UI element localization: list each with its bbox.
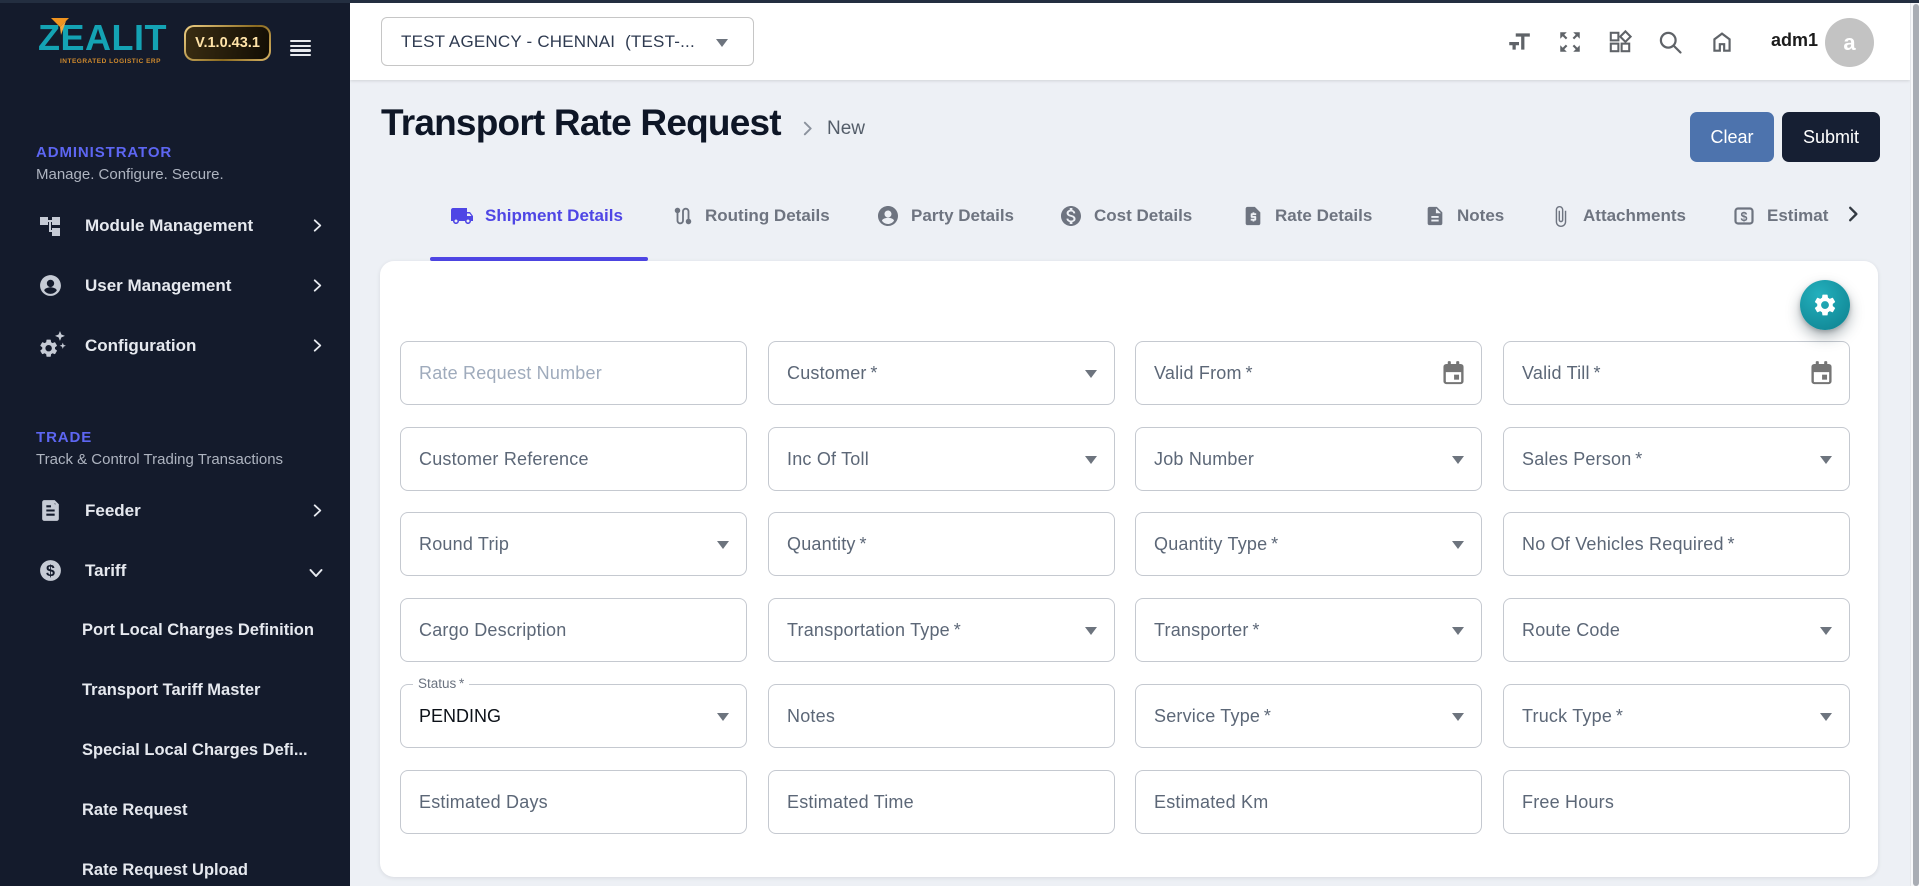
svg-text:$: $ xyxy=(1741,210,1748,224)
svg-text:$: $ xyxy=(46,562,55,580)
